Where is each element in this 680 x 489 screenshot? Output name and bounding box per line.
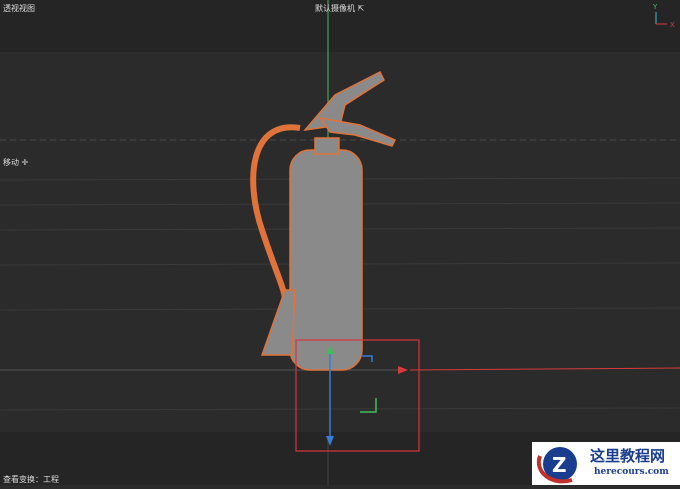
status-text: 查看变换：工程	[3, 475, 59, 484]
axis-y-label: Y	[652, 3, 658, 11]
watermark-logo-icon: Z	[536, 447, 577, 484]
camera-link-icon: ⇱	[357, 4, 365, 13]
svg-text:Z: Z	[552, 453, 567, 477]
watermark-url: herecours.com	[594, 467, 669, 477]
tool-indicator: 移动 ✛	[3, 157, 28, 168]
watermark-title: 这里教程网	[590, 447, 666, 465]
move-icon: ✛	[21, 158, 29, 167]
x-axis-line	[409, 367, 680, 371]
camera-selector[interactable]: 默认摄像机 ⇱	[315, 3, 364, 14]
viewport-canvas[interactable]: Y X	[0, 0, 680, 485]
axis-gizmo	[655, 12, 667, 25]
tool-label: 移动	[3, 158, 19, 167]
fire-extinguisher-model[interactable]	[250, 70, 397, 371]
axis-x-label: X	[670, 21, 675, 29]
watermark: Z 这里教程网 herecours.com	[532, 442, 680, 485]
view-name[interactable]: 透视视图	[3, 3, 35, 14]
camera-label: 默认摄像机	[315, 4, 355, 13]
